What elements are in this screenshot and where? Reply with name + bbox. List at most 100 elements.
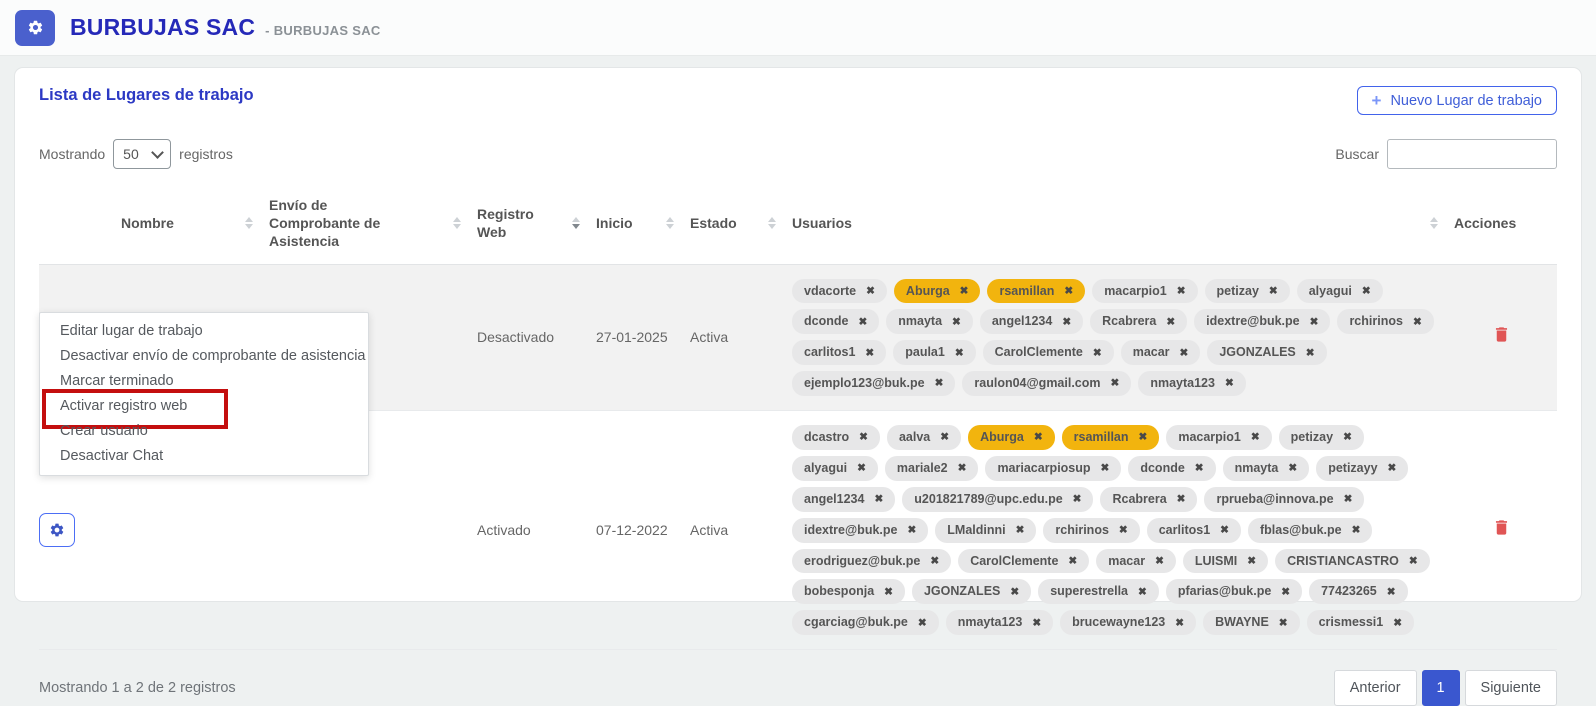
remove-user-icon[interactable]: ✖ [1247, 556, 1256, 567]
remove-user-icon[interactable]: ✖ [1093, 348, 1102, 359]
remove-user-icon[interactable]: ✖ [1393, 618, 1402, 629]
remove-user-icon[interactable]: ✖ [1155, 556, 1164, 567]
remove-user-icon[interactable]: ✖ [1111, 378, 1120, 389]
remove-user-icon[interactable]: ✖ [955, 348, 964, 359]
user-chip: CarolClemente✖ [983, 340, 1114, 365]
menu-item[interactable]: Desactivar Chat [40, 444, 368, 469]
remove-user-icon[interactable]: ✖ [1175, 618, 1184, 629]
remove-user-icon[interactable]: ✖ [960, 286, 969, 297]
column-header-registro-web[interactable]: Registro Web [469, 183, 588, 264]
remove-user-icon[interactable]: ✖ [1101, 463, 1110, 474]
remove-user-icon[interactable]: ✖ [1138, 587, 1147, 598]
remove-user-icon[interactable]: ✖ [1177, 494, 1186, 505]
page-title: Lista de Lugares de trabajo [39, 86, 254, 105]
remove-user-icon[interactable]: ✖ [1220, 525, 1229, 536]
menu-item[interactable]: Desactivar envío de comprobante de asist… [40, 344, 368, 369]
remove-user-icon[interactable]: ✖ [1352, 525, 1361, 536]
sort-icon [572, 217, 580, 229]
remove-user-icon[interactable]: ✖ [1288, 463, 1297, 474]
user-chip-label: angel1234 [992, 313, 1052, 330]
previous-page-button[interactable]: Anterior [1334, 670, 1417, 706]
user-chip-label: macarpio1 [1104, 283, 1167, 300]
user-chip: dconde✖ [1128, 456, 1215, 481]
remove-user-icon[interactable]: ✖ [1177, 286, 1186, 297]
remove-user-icon[interactable]: ✖ [859, 432, 868, 443]
user-chip-label: pfarias@buk.pe [1178, 583, 1271, 600]
column-header-estado[interactable]: Estado [682, 183, 784, 264]
remove-user-icon[interactable]: ✖ [1269, 286, 1278, 297]
remove-user-icon[interactable]: ✖ [1310, 317, 1319, 328]
remove-user-icon[interactable]: ✖ [930, 556, 939, 567]
user-chip-label: petizayy [1328, 460, 1377, 477]
remove-user-icon[interactable]: ✖ [1139, 432, 1148, 443]
remove-user-icon[interactable]: ✖ [1306, 348, 1315, 359]
menu-item[interactable]: Editar lugar de trabajo [40, 319, 368, 344]
remove-user-icon[interactable]: ✖ [1016, 525, 1025, 536]
pagination: Anterior 1 Siguiente [1334, 670, 1557, 706]
column-header-nombre[interactable]: Nombre [113, 183, 261, 264]
user-chip-label: macar [1133, 344, 1170, 361]
remove-user-icon[interactable]: ✖ [857, 463, 866, 474]
remove-user-icon[interactable]: ✖ [1362, 286, 1371, 297]
remove-user-icon[interactable]: ✖ [918, 618, 927, 629]
user-chip-label: LUISMI [1195, 553, 1237, 570]
remove-user-icon[interactable]: ✖ [1344, 494, 1353, 505]
column-header-env-o-de-comprobante-de-asistencia[interactable]: Envío de Comprobante de Asistencia [261, 183, 469, 264]
user-chip: idextre@buk.pe✖ [792, 518, 928, 543]
delete-workplace-button[interactable] [1492, 517, 1511, 541]
column-header-usuarios[interactable]: Usuarios [784, 183, 1446, 264]
user-chip-label: raulon04@gmail.com [974, 375, 1100, 392]
remove-user-icon[interactable]: ✖ [1068, 556, 1077, 567]
remove-user-icon[interactable]: ✖ [1387, 587, 1396, 598]
remove-user-icon[interactable]: ✖ [1195, 463, 1204, 474]
user-chip: petizayy ✖ [1316, 456, 1408, 481]
menu-item[interactable]: Activar registro web [40, 394, 368, 419]
remove-user-icon[interactable]: ✖ [1034, 432, 1043, 443]
remove-user-icon[interactable]: ✖ [874, 494, 883, 505]
row-actions-context-menu: Editar lugar de trabajoDesactivar envío … [39, 312, 369, 476]
remove-user-icon[interactable]: ✖ [1413, 317, 1422, 328]
remove-user-icon[interactable]: ✖ [1032, 618, 1041, 629]
user-chip-label: nmayta123 [1150, 375, 1215, 392]
remove-user-icon[interactable]: ✖ [907, 525, 916, 536]
remove-user-icon[interactable]: ✖ [1166, 317, 1175, 328]
remove-user-icon[interactable]: ✖ [1180, 348, 1189, 359]
remove-user-icon[interactable]: ✖ [1279, 618, 1288, 629]
page-1-button[interactable]: 1 [1422, 670, 1460, 706]
remove-user-icon[interactable]: ✖ [1388, 463, 1397, 474]
page-size-select[interactable]: 50 [113, 139, 171, 169]
remove-user-icon[interactable]: ✖ [935, 378, 944, 389]
remove-user-icon[interactable]: ✖ [1409, 556, 1418, 567]
remove-user-icon[interactable]: ✖ [884, 587, 893, 598]
search-input[interactable] [1387, 139, 1557, 169]
remove-user-icon[interactable]: ✖ [1119, 525, 1128, 536]
menu-item[interactable]: Crear usuario [40, 419, 368, 444]
user-chip-label: rprueba@innova.pe [1216, 491, 1333, 508]
row-actions-gear-button[interactable] [39, 513, 75, 547]
user-chip: bobesponja✖ [792, 579, 905, 604]
remove-user-icon[interactable]: ✖ [940, 432, 949, 443]
remove-user-icon[interactable]: ✖ [1281, 587, 1290, 598]
user-chip: erodriguez@buk.pe✖ [792, 549, 951, 574]
remove-user-icon[interactable]: ✖ [1010, 587, 1019, 598]
new-workplace-button[interactable]: + Nuevo Lugar de trabajo [1357, 86, 1558, 115]
delete-workplace-button[interactable] [1492, 324, 1511, 348]
remove-user-icon[interactable]: ✖ [1062, 317, 1071, 328]
remove-user-icon[interactable]: ✖ [1343, 432, 1352, 443]
cell-estado: Activa [682, 411, 784, 650]
remove-user-icon[interactable]: ✖ [866, 286, 875, 297]
remove-user-icon[interactable]: ✖ [1251, 432, 1260, 443]
remove-user-icon[interactable]: ✖ [952, 317, 961, 328]
app-gear-button[interactable] [15, 10, 55, 46]
user-chip: pfarias@buk.pe ✖ [1166, 579, 1302, 604]
remove-user-icon[interactable]: ✖ [958, 463, 967, 474]
remove-user-icon[interactable]: ✖ [865, 348, 874, 359]
next-page-button[interactable]: Siguiente [1465, 670, 1557, 706]
menu-item[interactable]: Marcar terminado [40, 369, 368, 394]
remove-user-icon[interactable]: ✖ [1064, 286, 1073, 297]
remove-user-icon[interactable]: ✖ [858, 317, 867, 328]
column-header-inicio[interactable]: Inicio [588, 183, 682, 264]
sort-icon [245, 217, 253, 229]
remove-user-icon[interactable]: ✖ [1073, 494, 1082, 505]
remove-user-icon[interactable]: ✖ [1225, 378, 1234, 389]
